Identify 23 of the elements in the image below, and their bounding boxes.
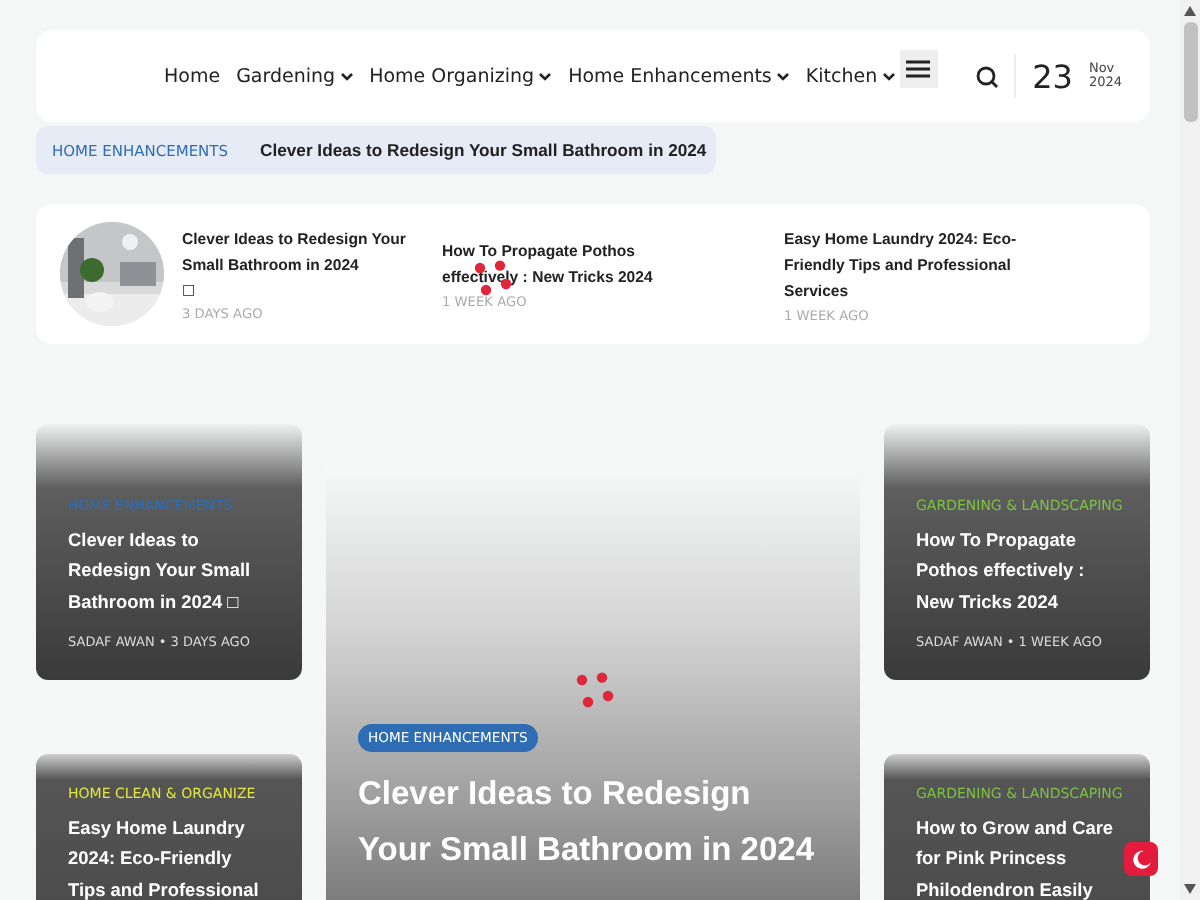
chevron-down-icon[interactable]	[339, 71, 354, 81]
nav-link[interactable]: Kitchen	[805, 65, 896, 87]
chevron-down-icon[interactable]	[775, 71, 790, 81]
date-day: 23	[1032, 57, 1073, 95]
nav-link[interactable]: Home Organizing	[369, 65, 553, 87]
dark-mode-toggle[interactable]	[1124, 842, 1158, 876]
article-title[interactable]: Easy Home Laundry 2024: Eco-Friendly Tips and Professional	[68, 814, 270, 900]
headline-link[interactable]: Clever Ideas to Redesign Your Small Bathroom in 2024	[260, 140, 707, 160]
scroll-down-icon[interactable]	[1184, 884, 1196, 894]
article-title[interactable]: How to Grow and Care for Pink Princess Philodendron Easily	[916, 814, 1118, 900]
menu-icon	[906, 59, 931, 77]
article-title[interactable]: Clever Ideas to Redesign Your Small Bathroom in 2024 □	[68, 526, 270, 618]
search-icon[interactable]	[976, 65, 999, 87]
chevron-down-icon[interactable]	[881, 71, 896, 81]
scroll-up-icon[interactable]	[1184, 6, 1196, 16]
nav-link[interactable]: Gardening	[236, 65, 354, 87]
moon-icon	[1131, 849, 1151, 869]
nav-link[interactable]: Home Enhancements	[568, 65, 790, 87]
menu-button[interactable]	[899, 49, 938, 87]
chevron-down-icon[interactable]	[538, 71, 553, 81]
scrollbar[interactable]	[1180, 0, 1200, 900]
nav-link[interactable]: Home	[164, 65, 221, 87]
article-title[interactable]: How To Propagate Pothos effectively : New Tricks 2024	[916, 526, 1118, 618]
